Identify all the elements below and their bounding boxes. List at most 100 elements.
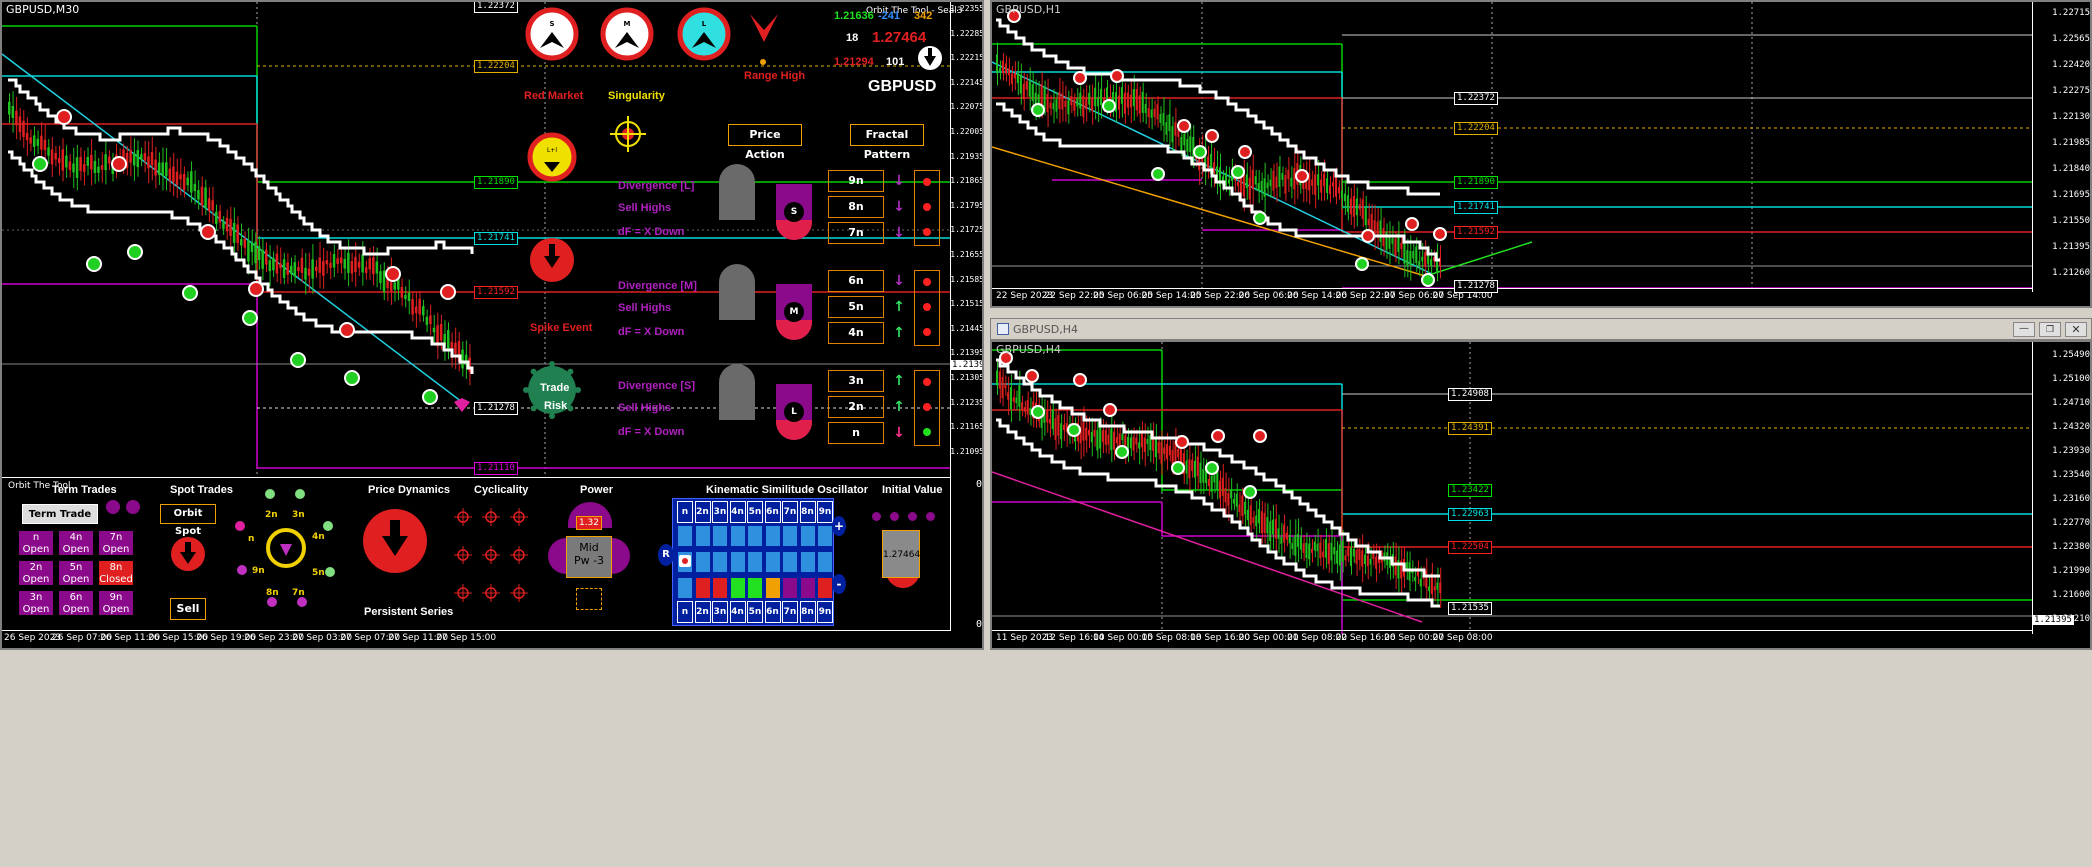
price-action-button[interactable]: Price Action [728, 124, 802, 161]
candle-body [1302, 543, 1305, 553]
candle-body [211, 200, 214, 211]
kso-minus-button[interactable]: - [832, 574, 846, 594]
cyclicality-header: Cyclicality [474, 484, 529, 496]
signal-dot [923, 378, 931, 386]
h4-window-title: GBPUSD,H4 [1013, 323, 1078, 336]
term-trade-button[interactable]: 7n Open [98, 530, 134, 556]
value-d: 18 [846, 32, 859, 44]
period-box[interactable]: n [828, 422, 884, 444]
term-trade-status: Open [62, 604, 90, 615]
price-tick: 1.21395 [950, 348, 984, 358]
kso-cell [694, 551, 711, 573]
candle-body [65, 155, 68, 168]
fractal-pattern-button[interactable]: Fractal Pattern [850, 124, 924, 161]
kso-r-button[interactable]: R [658, 544, 674, 566]
orbit-label: 3n [292, 510, 305, 520]
fractal-low-marker [422, 389, 438, 405]
divergence-gauge [719, 164, 755, 220]
fractal-high-marker [1025, 369, 1039, 383]
term-trade-period: 5n [69, 562, 83, 573]
main-price-axis[interactable]: 1.22355 1.22285 1.22215 1.22145 1.22075 1.220… [950, 2, 984, 477]
candle-body [1193, 460, 1196, 478]
sell-button[interactable]: Sell [170, 598, 206, 620]
main-time-axis[interactable]: 26 Sep 2023 26 Sep 07:00 26 Sep 11:00 26 Se… [2, 630, 950, 648]
price-tick: 1.21445 [950, 323, 984, 333]
term-trade-button[interactable]: 3n Open [18, 590, 54, 616]
kso-plus-button[interactable]: + [832, 516, 846, 536]
candle-body [1333, 546, 1336, 555]
term-trade-button[interactable]: 8n Closed [98, 560, 134, 586]
kso-cell [677, 525, 693, 547]
fractal-high-marker [248, 281, 264, 297]
period-box[interactable]: 7n [828, 222, 884, 244]
initial-dot [908, 512, 917, 521]
orbit-spot-button[interactable]: Orbit Spot [160, 504, 216, 537]
orbit-node [237, 565, 247, 575]
kso-footer-cell: 2n [694, 601, 711, 623]
kso-header-cell: 6n [764, 501, 781, 523]
h4-price-axis[interactable]: 1.25490 1.25100 1.24710 1.24320 1.23930 1.235… [2032, 342, 2090, 634]
candle-body [368, 258, 371, 270]
kso-header-cell: n [677, 501, 693, 523]
crosshair-icon [482, 508, 500, 526]
candle-body [15, 110, 18, 126]
candle-body [1207, 156, 1210, 169]
main-current-price: 1.21395 [950, 360, 982, 370]
price-level-pill: 1.21741 [1454, 201, 1498, 214]
term-trade-hold-button[interactable]: Term Trade [Hold] [22, 504, 98, 540]
candle-body [1314, 174, 1317, 195]
candle-body [1085, 97, 1088, 110]
trade-risk-label-2: Risk [544, 400, 568, 412]
h4-price-plot[interactable] [992, 342, 2032, 634]
term-trade-button[interactable]: 6n Open [58, 590, 94, 616]
period-box[interactable]: 9n [828, 170, 884, 192]
minimize-button[interactable]: — [2013, 322, 2035, 337]
h1-price-plot[interactable] [992, 2, 2032, 292]
divergence-title: Divergence [L] [618, 180, 695, 192]
h4-time-axis[interactable]: 11 Sep 2023 12 Sep 16:00 14 Sep 00:00 15 Se… [992, 630, 2032, 648]
h4-window-titlebar[interactable]: GBPUSD,H4 — ❐ ✕ [990, 318, 2092, 340]
term-trade-button[interactable]: 9n Open [98, 590, 134, 616]
candle-body [1236, 181, 1239, 187]
value-g: 101 [886, 56, 905, 68]
fractal-high-marker [1361, 229, 1375, 243]
term-trade-button[interactable]: 5n Open [58, 560, 94, 586]
candle-body [179, 174, 182, 180]
restore-button[interactable]: ❐ [2039, 322, 2061, 337]
period-box[interactable]: 4n [828, 322, 884, 344]
h4-chart-window[interactable]: GBPUSD,H4 1.25490 1.25100 1.24710 1.24320 1.… [990, 340, 2092, 650]
candle-body [1177, 448, 1180, 458]
spot-direction-icon [171, 537, 205, 571]
close-button[interactable]: ✕ [2065, 322, 2087, 337]
term-trade-button[interactable]: n Open [18, 530, 54, 556]
candle-body [1221, 477, 1224, 496]
h1-chart-window[interactable]: GBPUSD,H1 1.22715 1.22565 1.22420 1.22275 1.… [990, 0, 2092, 308]
period-box[interactable]: 5n [828, 296, 884, 318]
candle-body [1016, 73, 1019, 84]
kso-header: Kinematic Similitude Oscillator [706, 484, 868, 496]
red-market-label: Red Market [524, 90, 584, 102]
arrow-down-icon: ↓ [893, 173, 905, 189]
period-box[interactable]: 3n [828, 370, 884, 392]
candle-body [204, 187, 207, 208]
candle-body [998, 67, 1001, 73]
main-chart-window[interactable]: GBPUSD,M30 Orbit The Tool - Seal3 1.2235… [0, 0, 984, 650]
time-tick: 27 Sep 15:00 [436, 633, 497, 643]
kso-footer-cell: 6n [764, 601, 781, 623]
candle-body [1101, 430, 1104, 442]
period-box[interactable]: 6n [828, 270, 884, 292]
candle-body [304, 267, 307, 280]
period-box[interactable]: 2n [828, 396, 884, 418]
candle-body [1281, 173, 1284, 180]
candle-body [1100, 88, 1103, 105]
candle-body [182, 173, 186, 190]
candle-body [1129, 94, 1132, 108]
term-trade-button[interactable]: 4n Open [58, 530, 94, 556]
fractal-high-marker [1405, 217, 1419, 231]
h1-price-axis[interactable]: 1.22715 1.22565 1.22420 1.22275 1.22130 1.219… [2032, 2, 2090, 292]
h1-time-axis[interactable]: 22 Sep 2023 22 Sep 22:00 25 Sep 06:00 25 Se… [992, 288, 2032, 306]
arrow-up-icon: ↑ [893, 373, 905, 389]
term-trade-button[interactable]: 2n Open [18, 560, 54, 586]
period-box[interactable]: 8n [828, 196, 884, 218]
term-trades-header: Term Trades [52, 484, 117, 496]
